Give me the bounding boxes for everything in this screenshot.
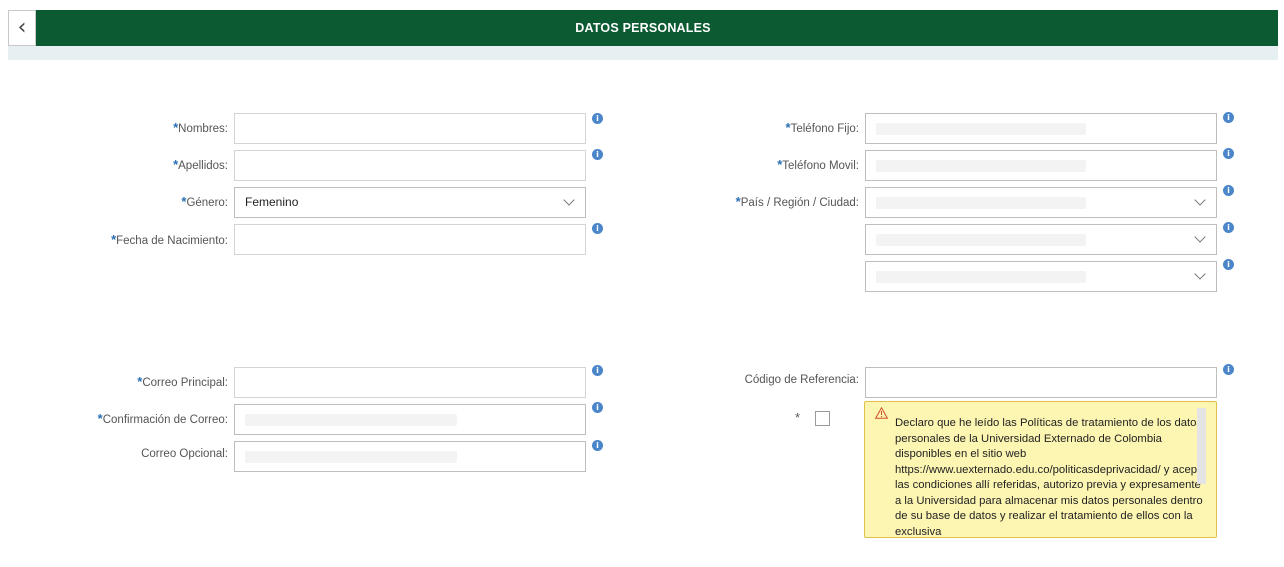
telefono-fijo-input[interactable]: [865, 113, 1217, 144]
pais-select[interactable]: [865, 187, 1217, 218]
confirmacion-label: *Confirmación de Correo:: [97, 411, 228, 426]
redacted-value: [245, 414, 457, 426]
correo-opcional-info-icon[interactable]: i: [592, 440, 603, 451]
chevron-down-icon: [1194, 194, 1206, 206]
consent-notice[interactable]: Declaro que he leído las Políticas de tr…: [864, 401, 1217, 538]
redacted-value: [876, 234, 1086, 246]
correo-principal-info-icon[interactable]: i: [592, 365, 603, 376]
consent-scrollbar[interactable]: [1197, 408, 1206, 484]
chevron-left-icon: ‹: [17, 15, 27, 40]
nombres-input[interactable]: [234, 113, 586, 144]
fecha-nacimiento-input[interactable]: [234, 224, 586, 255]
redacted-value: [876, 271, 1086, 283]
genero-value: Femenino: [245, 195, 299, 209]
genero-select[interactable]: Femenino: [234, 187, 586, 218]
redacted-value: [876, 197, 1086, 209]
consent-required-marker: *: [795, 410, 801, 425]
ciudad-info-icon[interactable]: i: [1223, 259, 1234, 270]
pais-info-icon[interactable]: i: [1223, 185, 1234, 196]
apellidos-input[interactable]: [234, 150, 586, 181]
nombres-info-icon[interactable]: i: [592, 113, 603, 124]
chevron-down-icon: [1194, 231, 1206, 243]
ciudad-select[interactable]: [865, 261, 1217, 292]
codigo-referencia-label: Código de Referencia:: [744, 374, 859, 386]
telefono-fijo-label: *Teléfono Fijo:: [785, 120, 859, 135]
fecha-info-icon[interactable]: i: [592, 223, 603, 234]
redacted-value: [876, 123, 1086, 135]
codigo-referencia-input[interactable]: [865, 367, 1217, 398]
telefono-movil-label: *Teléfono Movil:: [777, 157, 859, 172]
page-title: DATOS PERSONALES: [575, 21, 711, 35]
correo-principal-input[interactable]: [234, 367, 586, 398]
correo-principal-label: *Correo Principal:: [137, 374, 228, 389]
redacted-value: [876, 160, 1086, 172]
page-header: ‹ DATOS PERSONALES: [8, 10, 1278, 46]
apellidos-info-icon[interactable]: i: [592, 149, 603, 160]
ubicacion-label: *País / Región / Ciudad:: [735, 194, 859, 209]
back-button[interactable]: ‹: [8, 10, 36, 46]
codigo-info-icon[interactable]: i: [1223, 364, 1234, 375]
nombres-label: *Nombres:: [173, 120, 228, 135]
warning-icon: [875, 407, 888, 419]
confirmacion-info-icon[interactable]: i: [592, 402, 603, 413]
telefono-fijo-info-icon[interactable]: i: [1223, 112, 1234, 123]
redacted-value: [245, 451, 457, 463]
region-select[interactable]: [865, 224, 1217, 255]
fecha-label: *Fecha de Nacimiento:: [111, 232, 228, 247]
consent-text: Declaro que he leído las Políticas de tr…: [895, 417, 1207, 538]
telefono-movil-input[interactable]: [865, 150, 1217, 181]
genero-label: *Género:: [181, 194, 228, 209]
telefono-movil-info-icon[interactable]: i: [1223, 148, 1234, 159]
chevron-down-icon: [563, 194, 575, 206]
region-info-icon[interactable]: i: [1223, 222, 1234, 233]
correo-opcional-label: Correo Opcional:: [141, 448, 228, 460]
consent-checkbox[interactable]: [815, 411, 830, 426]
confirmacion-correo-input[interactable]: [234, 404, 586, 435]
chevron-down-icon: [1194, 268, 1206, 280]
apellidos-label: *Apellidos:: [173, 157, 228, 172]
correo-opcional-input[interactable]: [234, 441, 586, 472]
